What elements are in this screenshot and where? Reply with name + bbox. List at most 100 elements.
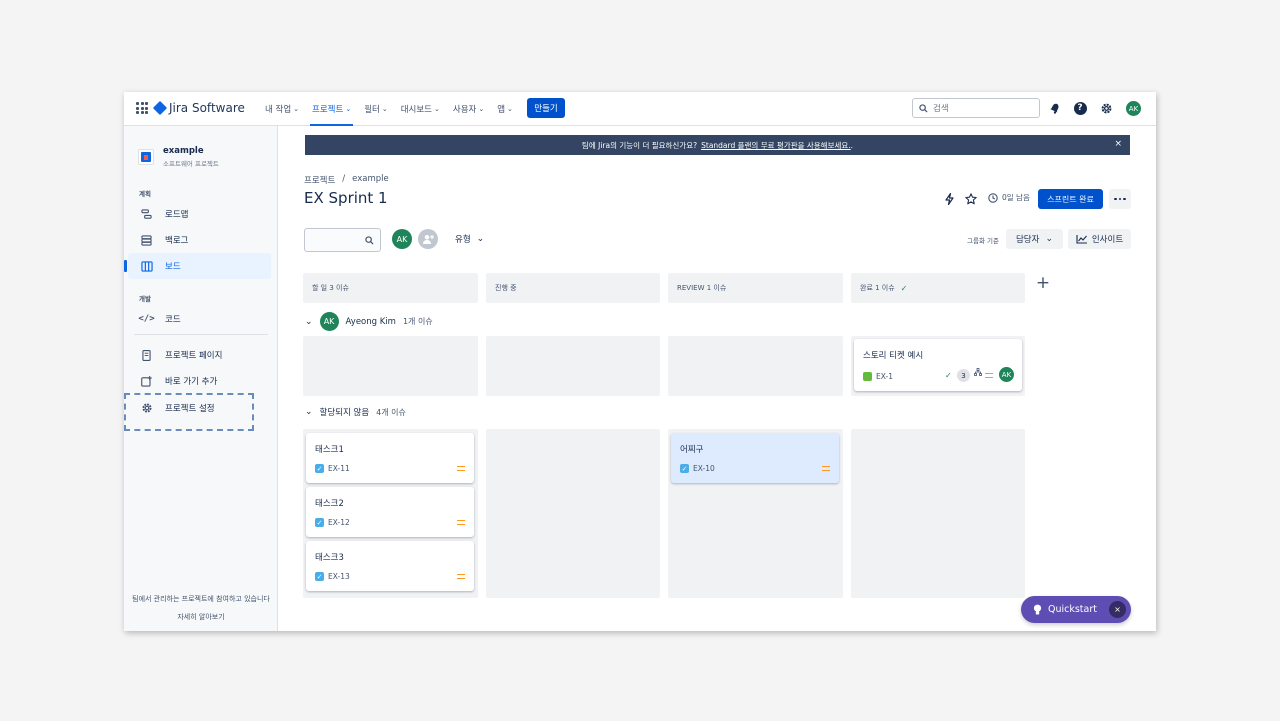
chart-icon xyxy=(1076,235,1087,244)
jira-logo[interactable]: Jira Software xyxy=(152,100,245,116)
issue-key[interactable]: EX-11 xyxy=(328,464,350,473)
breadcrumb-projects[interactable]: 프로젝트 xyxy=(304,174,335,186)
profile-avatar[interactable]: AK xyxy=(1126,101,1141,116)
more-actions-button[interactable] xyxy=(1109,189,1131,209)
add-shortcut-icon xyxy=(140,375,153,388)
column-todo[interactable]: 할 일 3 이슈 xyxy=(303,273,478,303)
issue-key[interactable]: EX-10 xyxy=(693,464,715,473)
issue-key[interactable]: EX-12 xyxy=(328,518,350,527)
avatar: AK xyxy=(319,312,339,331)
board-search-input[interactable] xyxy=(304,228,381,252)
help-icon[interactable]: ? xyxy=(1073,101,1087,115)
top-navigation: Jira Software 내 작업 ⌄ 프로젝트 ⌄ 필터 ⌄ 대시보드 ⌄ 사용자 ⌄… xyxy=(124,92,1156,126)
sidebar-item-add-shortcut[interactable]: 바로 가기 추가 xyxy=(124,368,271,394)
board-cell xyxy=(668,336,843,396)
chevron-down-icon: ⌄ xyxy=(293,105,300,113)
subtask-icon xyxy=(974,361,982,380)
roadmap-icon xyxy=(140,208,153,221)
sprint-days-left: 0일 남음 xyxy=(988,192,1030,203)
quickstart-button[interactable]: Quickstart × xyxy=(1021,596,1131,623)
app-switcher-icon[interactable] xyxy=(136,102,148,114)
sidebar-item-code[interactable]: </> 코드 xyxy=(124,306,271,332)
swimlane-name: 할당되지 않음 xyxy=(319,408,370,418)
priority-medium-icon xyxy=(822,466,830,471)
project-avatar-icon xyxy=(138,149,154,165)
project-header[interactable]: example 소프트웨어 프로젝트 xyxy=(138,146,219,168)
sidebar-item-project-pages[interactable]: 프로젝트 페이지 xyxy=(124,342,271,368)
groupby-label: 그룹화 기준 xyxy=(967,237,999,245)
nav-item-projects[interactable]: 프로젝트 ⌄ xyxy=(308,92,355,126)
assignee-avatar[interactable]: AK xyxy=(999,367,1014,382)
close-icon[interactable]: × xyxy=(1114,139,1122,149)
backlog-icon xyxy=(140,234,153,247)
project-type: 소프트웨어 프로젝트 xyxy=(163,160,219,168)
nav-item-people[interactable]: 사용자 ⌄ xyxy=(449,92,488,126)
swimlane-name: Ayeong Kim xyxy=(345,316,396,327)
issue-card-ex-13[interactable]: 태스크3 ✓ EX-13 xyxy=(306,541,474,591)
assignee-filter-avatar[interactable]: AK xyxy=(392,229,412,249)
chevron-down-icon: ⌄ xyxy=(434,105,440,113)
card-title: 태스크2 xyxy=(315,499,344,509)
chevron-down-icon: ⌄ xyxy=(345,105,352,113)
nav-item-filters[interactable]: 필터 ⌄ xyxy=(360,92,392,126)
column-done[interactable]: 완료 1 이슈 ✓ xyxy=(851,273,1025,303)
nav-item-apps[interactable]: 앱 ⌄ xyxy=(493,92,517,126)
create-button[interactable]: 만들기 xyxy=(527,98,565,118)
subtask-count-badge: 3 xyxy=(957,369,970,382)
add-column-button[interactable]: + xyxy=(1033,273,1053,293)
swimlane-header-unassigned[interactable]: ⌄ 할당되지 않음 4개 이슈 xyxy=(305,406,406,418)
chevron-down-icon: ⌄ xyxy=(476,234,485,244)
page-icon xyxy=(140,349,153,362)
column-in-progress[interactable]: 진행 중 xyxy=(486,273,660,303)
chevron-down-icon: ⌄ xyxy=(305,316,313,327)
nav-item-dashboards[interactable]: 대시보드 ⌄ xyxy=(397,92,444,126)
sidebar-item-board[interactable]: 보드 xyxy=(124,253,271,279)
issue-card-ex-12[interactable]: 태스크2 ✓ EX-12 xyxy=(306,487,474,537)
breadcrumb-project[interactable]: example xyxy=(352,174,389,186)
priority-medium-icon xyxy=(457,466,465,471)
board-cell xyxy=(303,336,478,396)
chevron-down-icon: ⌄ xyxy=(305,407,313,417)
notification-bell-icon[interactable] xyxy=(1048,101,1062,115)
search-input[interactable]: 검색 xyxy=(912,98,1040,118)
card-title: 태스크1 xyxy=(315,445,344,455)
learn-more-link[interactable]: 자세히 알아보기 xyxy=(124,612,278,622)
trial-link[interactable]: Standard 플랜의 무료 평가판을 사용해보세요. xyxy=(701,140,851,151)
task-icon: ✓ xyxy=(315,464,324,473)
team-managed-note: 팀에서 관리하는 프로젝트에 참여하고 있습니다 xyxy=(132,595,270,603)
close-icon[interactable]: × xyxy=(1109,601,1126,618)
project-name: example xyxy=(163,146,204,156)
chevron-down-icon: ⌄ xyxy=(507,105,513,113)
column-review[interactable]: REVIEW 1 이슈 xyxy=(668,273,843,303)
swimlane-count: 1개 이슈 xyxy=(402,317,433,326)
insights-button[interactable]: 인사이트 xyxy=(1068,229,1131,249)
issue-card-ex-1[interactable]: 스토리 티켓 예시 EX-1 ✓ 3 AK xyxy=(854,339,1022,391)
jira-logo-icon xyxy=(152,100,168,116)
star-icon[interactable] xyxy=(965,193,977,205)
board-cell xyxy=(486,336,660,396)
lightning-icon[interactable] xyxy=(943,193,955,205)
board-cell xyxy=(851,429,1025,598)
swimlane-header-ayeong[interactable]: ⌄ AK Ayeong Kim 1개 이슈 xyxy=(305,312,433,331)
task-icon: ✓ xyxy=(315,572,324,581)
sidebar-item-backlog[interactable]: 백로그 xyxy=(124,227,271,253)
check-icon: ✓ xyxy=(945,371,952,380)
settings-gear-icon[interactable] xyxy=(1099,101,1113,115)
issue-key[interactable]: EX-13 xyxy=(328,572,350,581)
nav-item-my-work[interactable]: 내 작업 ⌄ xyxy=(261,92,303,126)
add-people-icon[interactable] xyxy=(418,229,438,249)
code-icon: </> xyxy=(138,314,155,324)
issue-card-ex-11[interactable]: 태스크1 ✓ EX-11 xyxy=(306,433,474,483)
page-title: EX Sprint 1 xyxy=(304,189,388,207)
groupby-dropdown[interactable]: 담당자 ⌄ xyxy=(1006,229,1063,249)
sidebar-item-roadmap[interactable]: 로드맵 xyxy=(124,201,271,227)
priority-medium-icon xyxy=(985,373,993,378)
issue-key[interactable]: EX-1 xyxy=(876,372,893,381)
type-filter-dropdown[interactable]: 유형 ⌄ xyxy=(455,233,484,245)
chevron-down-icon: ⌄ xyxy=(1045,234,1053,244)
issue-card-ex-10[interactable]: 어찌구 ✓ EX-10 xyxy=(671,433,839,483)
chevron-down-icon: ⌄ xyxy=(381,105,388,113)
board-icon xyxy=(140,260,153,273)
complete-sprint-button[interactable]: 스프린트 완료 xyxy=(1038,189,1103,209)
nav-menu: 내 작업 ⌄ 프로젝트 ⌄ 필터 ⌄ 대시보드 ⌄ 사용자 ⌄ 앱 ⌄ xyxy=(261,92,522,126)
